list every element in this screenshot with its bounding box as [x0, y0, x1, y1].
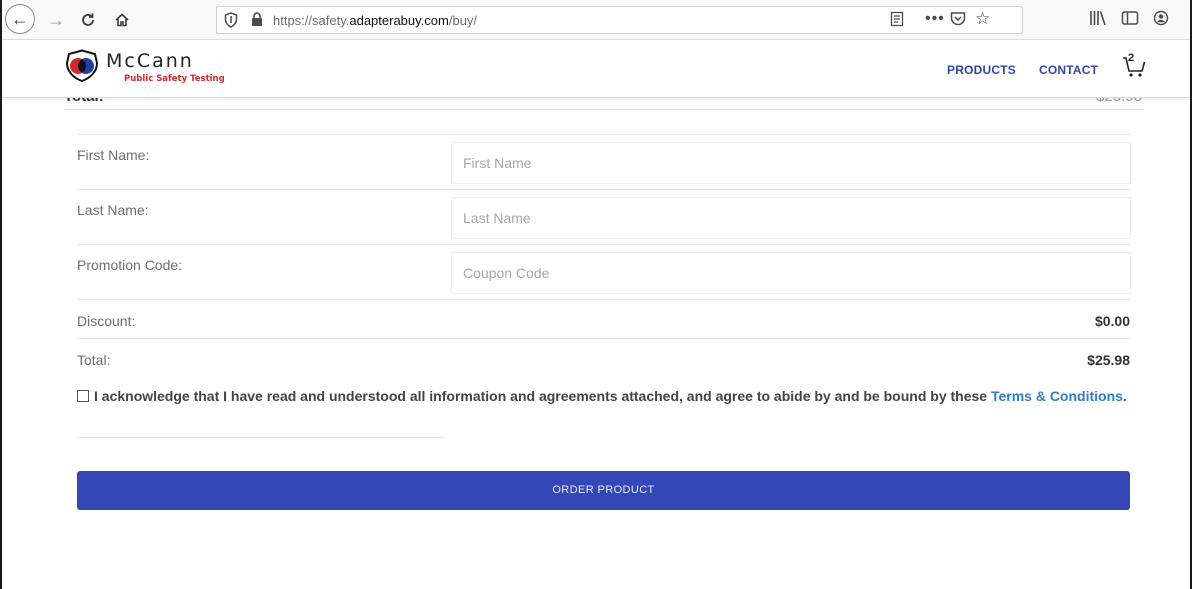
- divider: [77, 437, 445, 438]
- terms-agreement-suffix: .: [1122, 388, 1127, 404]
- forward-arrow-icon[interactable]: →: [42, 6, 70, 34]
- total-row: Total: $25.98: [77, 338, 1130, 377]
- back-arrow-icon[interactable]: ←: [5, 4, 35, 34]
- cart-button[interactable]: 2: [1120, 52, 1150, 82]
- browser-window: ← → https://safety.adapterabuy.com/buy/ …: [0, 0, 1192, 589]
- shield-icon[interactable]: [223, 12, 239, 28]
- cart-icon: [1123, 57, 1146, 77]
- last-name-row: Last Name:: [77, 189, 1130, 244]
- logo-name: McCann: [106, 50, 194, 72]
- first-name-row: First Name:: [77, 134, 1130, 189]
- order-product-button[interactable]: ORDER PRODUCT: [77, 471, 1130, 510]
- terms-checkbox[interactable]: [77, 390, 89, 402]
- url-bar[interactable]: https://safety.adapterabuy.com/buy/ ••• …: [216, 6, 1023, 34]
- pocket-icon[interactable]: [949, 10, 967, 33]
- mccann-logo[interactable]: McCann Public Safety Testing: [64, 49, 234, 89]
- checkout-content: Total: $25.98 First Name: Last Name: Pro…: [2, 88, 1190, 589]
- first-name-input[interactable]: [452, 143, 1130, 183]
- reload-icon[interactable]: [74, 6, 102, 34]
- promotion-code-row: Promotion Code:: [77, 244, 1130, 299]
- checkout-form: First Name: Last Name: Promotion Code: D…: [77, 134, 1130, 377]
- more-icon[interactable]: •••: [925, 10, 945, 28]
- total-label: Total:: [77, 352, 111, 368]
- url-domain: adapterabuy.com: [349, 13, 449, 28]
- reader-view-icon[interactable]: [888, 11, 906, 29]
- discount-label: Discount:: [77, 313, 136, 329]
- discount-row: Discount: $0.00: [77, 299, 1130, 338]
- logo-subtitle: Public Safety Testing: [124, 74, 225, 84]
- last-name-input[interactable]: [452, 198, 1130, 238]
- account-icon[interactable]: [1153, 10, 1169, 30]
- nav-products-link[interactable]: PRODUCTS: [947, 63, 1016, 77]
- terms-agreement: I acknowledge that I have read and under…: [77, 385, 1137, 407]
- site-header: McCann Public Safety Testing PRODUCTS CO…: [2, 40, 1190, 98]
- sidebar-icon[interactable]: [1121, 10, 1139, 30]
- terms-agreement-text: I acknowledge that I have read and under…: [94, 388, 991, 404]
- badge-logo-icon: [65, 49, 99, 83]
- bookmark-star-icon[interactable]: ☆: [975, 9, 990, 29]
- promotion-code-label: Promotion Code:: [77, 257, 183, 273]
- terms-conditions-link[interactable]: Terms & Conditions: [991, 388, 1123, 404]
- browser-toolbar: ← → https://safety.adapterabuy.com/buy/ …: [2, 0, 1190, 40]
- discount-value: $0.00: [1094, 313, 1130, 329]
- last-name-label: Last Name:: [77, 202, 149, 218]
- nav-contact-link[interactable]: CONTACT: [1039, 63, 1098, 77]
- lock-icon[interactable]: [251, 12, 265, 28]
- coupon-code-input[interactable]: [452, 253, 1130, 293]
- first-name-label: First Name:: [77, 147, 150, 163]
- cart-count-badge: 2: [1128, 52, 1135, 64]
- home-icon[interactable]: [108, 6, 136, 34]
- total-value: $25.98: [1087, 352, 1130, 368]
- url-text[interactable]: https://safety.adapterabuy.com/buy/: [273, 13, 477, 28]
- library-icon[interactable]: [1089, 10, 1107, 30]
